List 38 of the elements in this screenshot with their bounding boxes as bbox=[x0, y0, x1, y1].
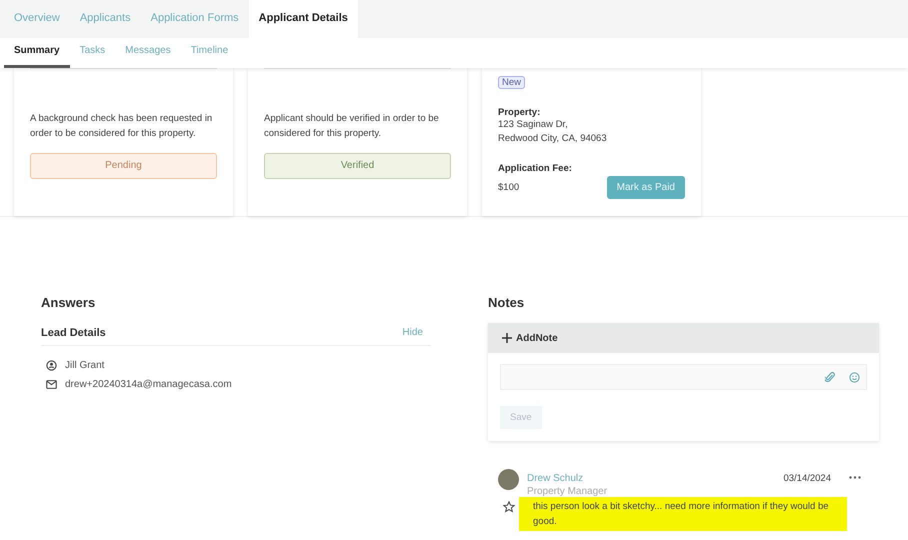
address-line: 123 Saginaw Dr, bbox=[498, 118, 569, 132]
card-description: Applicant should be verified in order to be considered for this property. bbox=[264, 112, 440, 141]
section-title: Answers bbox=[41, 295, 96, 310]
section-title: Notes bbox=[488, 295, 526, 310]
sub-tab[interactable]: Timeline bbox=[180, 38, 238, 68]
note-date: 03/14/2024 bbox=[783, 473, 831, 484]
hide-link[interactable]: Hide bbox=[402, 327, 423, 339]
avatar bbox=[498, 469, 519, 490]
fee-amount: $100 bbox=[498, 180, 520, 194]
status-label: Verified bbox=[264, 153, 451, 179]
nav-tab[interactable]: Applicants bbox=[70, 0, 141, 38]
more-icon[interactable] bbox=[849, 476, 861, 479]
nav-tab[interactable]: Applicant Details bbox=[248, 0, 358, 38]
email-address: drew+20240314a@managecasa.com bbox=[65, 379, 232, 390]
plus-icon bbox=[502, 333, 512, 343]
card-description: A background check has been requested in order to be considered for this property. bbox=[30, 112, 214, 141]
nav-tab[interactable]: Application Forms bbox=[140, 0, 249, 38]
sub-tab[interactable]: Messages bbox=[115, 38, 181, 68]
smiley-icon[interactable] bbox=[849, 372, 860, 382]
sub-tab[interactable]: Tasks bbox=[70, 38, 116, 68]
field-label: Property: bbox=[498, 107, 542, 118]
field-label: Application Fee: bbox=[498, 163, 573, 174]
nav-tab[interactable]: Overview bbox=[4, 0, 70, 38]
status-badge: New bbox=[498, 76, 526, 89]
star-icon[interactable] bbox=[503, 501, 515, 513]
status-label: Pending bbox=[30, 153, 217, 179]
address-line: Redwood City, CA, 94063 bbox=[498, 132, 608, 146]
lead-name: Jill Grant bbox=[65, 360, 104, 371]
envelope-icon bbox=[46, 380, 57, 389]
paperclip-icon[interactable] bbox=[825, 371, 835, 383]
author-link[interactable]: Drew Schulz bbox=[527, 473, 776, 484]
note-text: this person look a bit sketchy... need more information if they would be good. bbox=[519, 497, 847, 531]
user-circle-icon bbox=[46, 360, 57, 371]
note-input[interactable] bbox=[500, 364, 867, 390]
subsection-title: Lead Details bbox=[41, 327, 106, 339]
mark-paid-button[interactable]: Mark as Paid bbox=[606, 176, 685, 199]
add-note-header[interactable]: AddNote bbox=[488, 323, 879, 353]
author-role: Property Manager bbox=[527, 486, 608, 497]
